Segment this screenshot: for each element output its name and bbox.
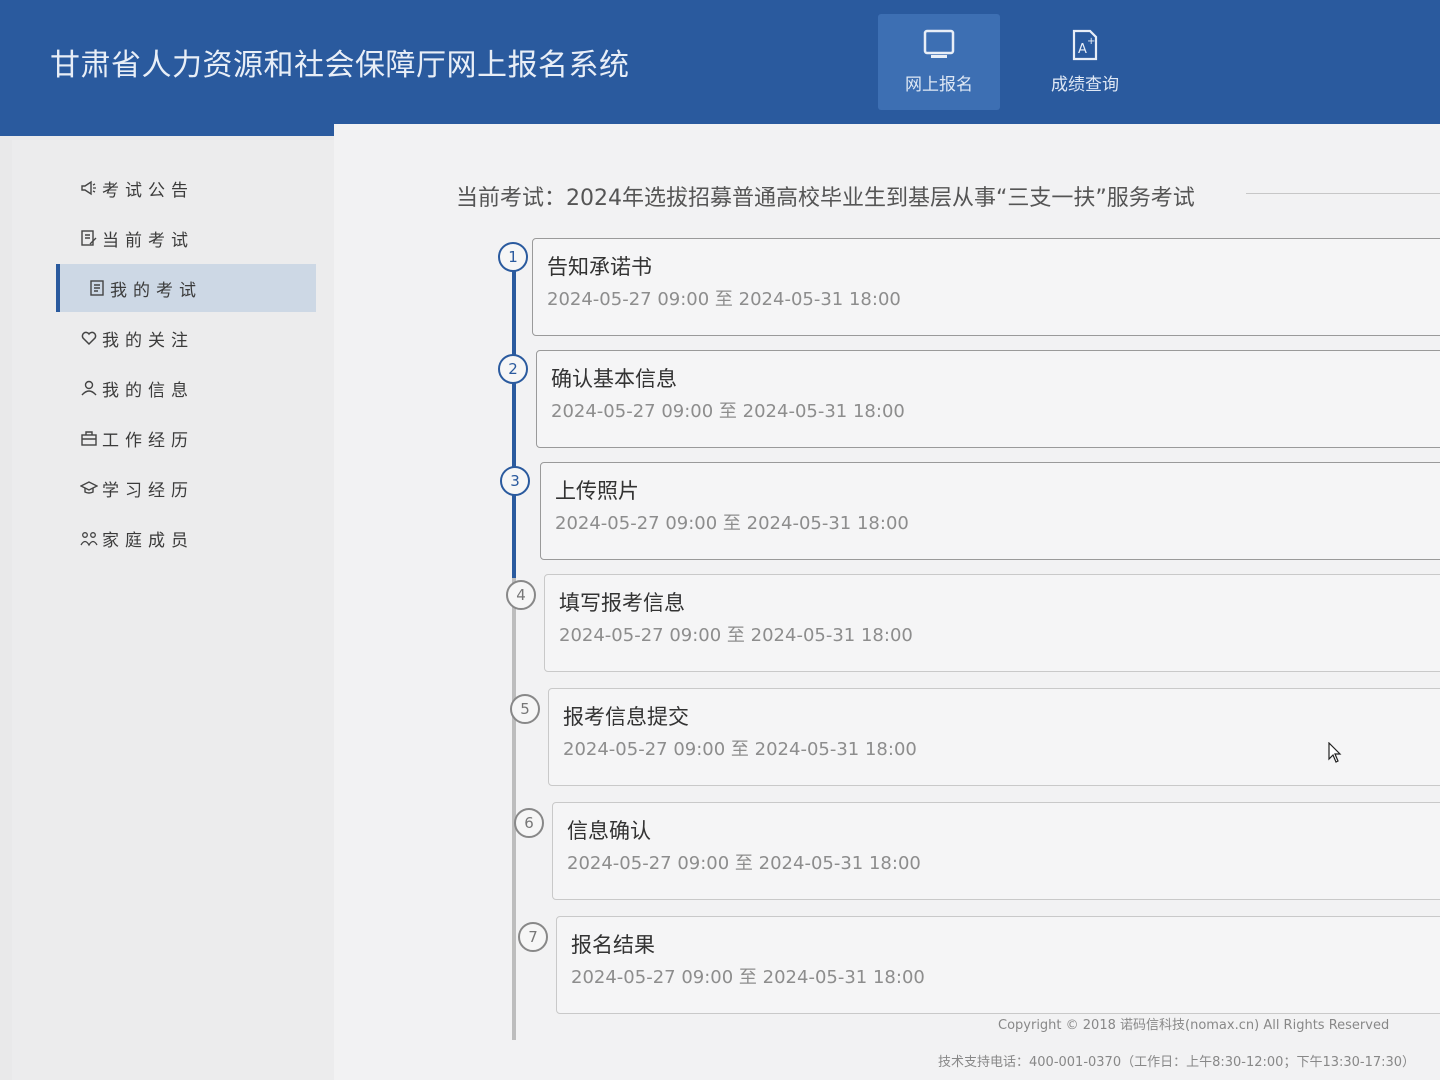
step-card-upload-photo[interactable]: 上传照片 2024-05-27 09:00 至 2024-05-31 18:00 [540, 462, 1440, 560]
step-time: 2024-05-27 09:00 至 2024-05-31 18:00 [559, 625, 913, 646]
current-exam-title: 当前考试：2024年选拔招募普通高校毕业生到基层从事“三支一扶”服务考试 [456, 186, 1195, 211]
timeline-pending-line [512, 578, 516, 1040]
sidebar-item-label: 我的关注 [102, 330, 194, 351]
nav-score-query-label: 成绩查询 [1051, 75, 1119, 95]
sidebar-item-work-experience[interactable]: 工作经历 [56, 414, 316, 462]
heart-icon [81, 331, 97, 346]
family-icon [80, 532, 98, 547]
step-name: 报考信息提交 [563, 705, 689, 729]
step-card-registration-result[interactable]: 报名结果 2024-05-27 09:00 至 2024-05-31 18:00 [556, 916, 1440, 1014]
sidebar-item-label: 我的信息 [102, 380, 194, 401]
page-footer: Copyright © 2018 诺码信科技(nomax.cn) All Rig… [938, 1014, 1438, 1070]
sidebar-item-my-exams[interactable]: 我的考试 [56, 264, 316, 312]
step-time: 2024-05-27 09:00 至 2024-05-31 18:00 [567, 853, 921, 874]
title-divider [1246, 193, 1440, 194]
user-icon [81, 380, 97, 396]
step-name: 确认基本信息 [551, 367, 677, 391]
sidebar-item-my-follows[interactable]: 我的关注 [56, 314, 316, 362]
sidebar-item-label: 工作经历 [102, 430, 194, 451]
graduation-cap-icon [80, 481, 98, 494]
step-number-circle: 5 [510, 694, 540, 724]
step-card-confirm-basic-info[interactable]: 确认基本信息 2024-05-27 09:00 至 2024-05-31 18:… [536, 350, 1440, 448]
step-name: 告知承诺书 [547, 255, 652, 279]
step-name: 上传照片 [555, 479, 639, 503]
doc-list-icon [90, 280, 104, 296]
step-number-circle: 7 [518, 922, 548, 952]
system-title: 甘肃省人力资源和社会保障厅网上报名系统 [50, 48, 630, 83]
step-card-submit-application[interactable]: 报考信息提交 2024-05-27 09:00 至 2024-05-31 18:… [548, 688, 1440, 786]
sidebar-item-current-exam[interactable]: 当前考试 [56, 214, 316, 262]
step-number-circle: 2 [498, 354, 528, 384]
step-number-circle: 4 [506, 580, 536, 610]
nav-online-registration[interactable]: 网上报名 [878, 14, 1000, 110]
step-number-circle: 6 [514, 808, 544, 838]
copyright-text: Copyright © 2018 诺码信科技(nomax.cn) All Rig… [998, 1018, 1390, 1033]
nav-online-registration-label: 网上报名 [905, 75, 973, 95]
edit-doc-icon [81, 230, 97, 246]
step-number-circle: 1 [498, 242, 528, 272]
grade-doc-icon: A + [1072, 29, 1098, 61]
top-header: 甘肃省人力资源和社会保障厅网上报名系统 网上报名 A + 成绩查询 [0, 0, 1440, 136]
sidebar-item-label: 当前考试 [102, 230, 194, 251]
briefcase-icon [81, 431, 97, 446]
svg-text:A: A [1078, 42, 1087, 57]
sidebar: 考试公告 当前考试 我的考试 我的关注 我的信息 工作经历 学习经历 家庭成员 [12, 140, 334, 1080]
sidebar-item-label: 家庭成员 [102, 530, 194, 551]
nav-score-query[interactable]: A + 成绩查询 [1024, 14, 1146, 110]
sidebar-item-family-members[interactable]: 家庭成员 [56, 514, 316, 562]
step-time: 2024-05-27 09:00 至 2024-05-31 18:00 [551, 401, 905, 422]
step-time: 2024-05-27 09:00 至 2024-05-31 18:00 [547, 289, 901, 310]
step-time: 2024-05-27 09:00 至 2024-05-31 18:00 [571, 967, 925, 988]
step-time: 2024-05-27 09:00 至 2024-05-31 18:00 [555, 513, 909, 534]
sidebar-item-label: 考试公告 [102, 180, 194, 201]
svg-text:+: + [1087, 36, 1095, 47]
sidebar-item-label: 学习经历 [102, 480, 194, 501]
monitor-icon [923, 29, 955, 58]
step-name: 报名结果 [571, 933, 655, 957]
step-number-circle: 3 [500, 466, 530, 496]
step-card-fill-application[interactable]: 填写报考信息 2024-05-27 09:00 至 2024-05-31 18:… [544, 574, 1440, 672]
step-name: 信息确认 [567, 819, 651, 843]
mouse-cursor-icon [1328, 742, 1342, 763]
step-time: 2024-05-27 09:00 至 2024-05-31 18:00 [563, 739, 917, 760]
step-card-notice-commitment[interactable]: 告知承诺书 2024-05-27 09:00 至 2024-05-31 18:0… [532, 238, 1440, 336]
step-card-info-confirm[interactable]: 信息确认 2024-05-27 09:00 至 2024-05-31 18:00 [552, 802, 1440, 900]
megaphone-icon [81, 180, 96, 196]
sidebar-item-label: 我的考试 [110, 280, 202, 301]
sidebar-item-exam-announcements[interactable]: 考试公告 [56, 164, 316, 212]
sidebar-item-study-experience[interactable]: 学习经历 [56, 464, 316, 512]
timeline-completed-line [512, 258, 516, 578]
support-phone-text: 技术支持电话：400-001-0370（工作日：上午8:30-12:00；下午1… [938, 1055, 1416, 1070]
step-name: 填写报考信息 [559, 591, 685, 615]
sidebar-item-my-info[interactable]: 我的信息 [56, 364, 316, 412]
